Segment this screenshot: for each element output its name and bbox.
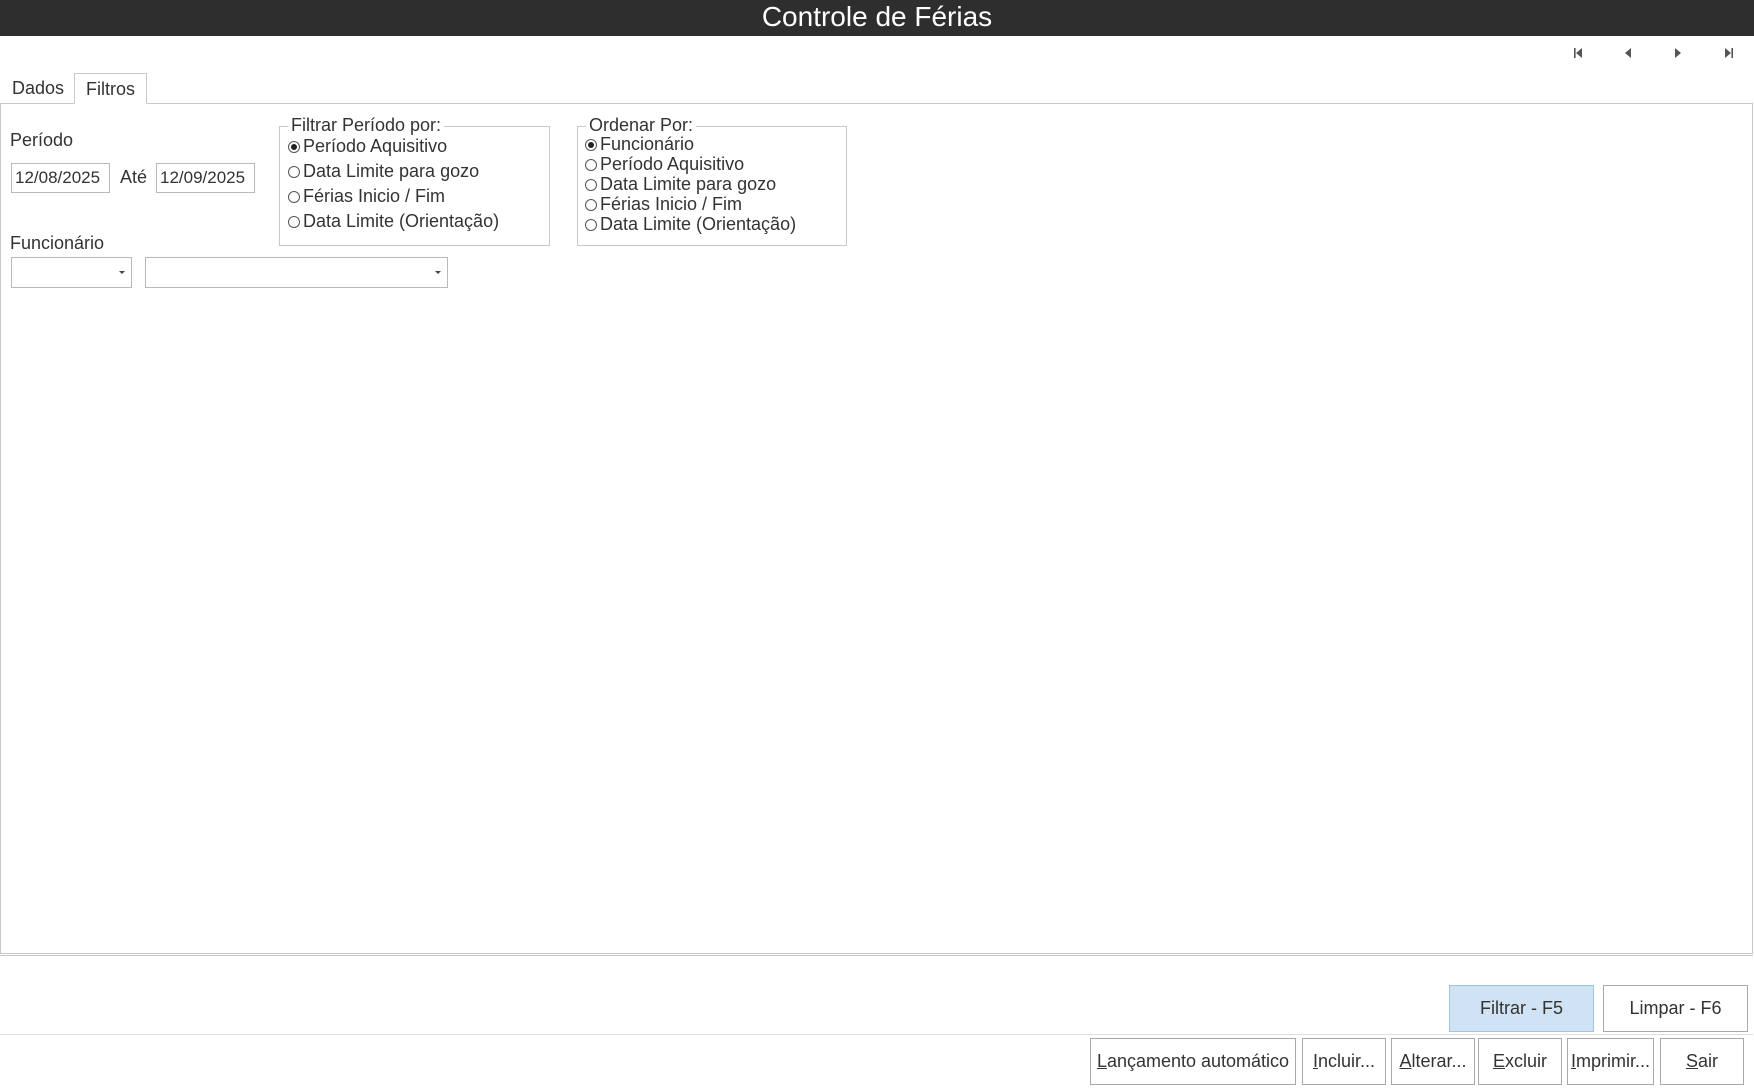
- chevron-down-icon: [435, 271, 441, 274]
- first-record-button[interactable]: [1565, 42, 1591, 64]
- radio-indicator: [585, 218, 597, 231]
- order-by-legend: Ordenar Por:: [586, 115, 697, 135]
- mnemonic: E: [1492, 1051, 1505, 1071]
- clear-button[interactable]: Limpar - F6: [1603, 985, 1748, 1032]
- employee-code-select[interactable]: [11, 257, 132, 288]
- include-button[interactable]: Incluir...: [1302, 1038, 1386, 1085]
- date-to-input[interactable]: 12/09/2025: [156, 163, 255, 193]
- filter-radio-periodo-aquisitivo[interactable]: Período Aquisitivo: [288, 136, 447, 157]
- order-radio-data-limite-orientacao[interactable]: Data Limite (Orientação): [585, 214, 796, 235]
- filter-radio-data-limite-gozo[interactable]: Data Limite para gozo: [288, 161, 479, 182]
- radio-indicator: [288, 215, 300, 228]
- next-record-icon: [1675, 48, 1681, 58]
- radio-label: Data Limite para gozo: [600, 174, 777, 194]
- radio-indicator: [585, 138, 597, 151]
- date-from-input[interactable]: 12/08/2025: [11, 163, 110, 193]
- radio-indicator: [288, 190, 300, 203]
- chevron-down-icon: [119, 271, 125, 274]
- radio-label: Férias Inicio / Fim: [600, 194, 743, 214]
- tab-dados[interactable]: Dados: [1, 73, 75, 104]
- filter-button[interactable]: Filtrar - F5: [1449, 985, 1594, 1032]
- print-button[interactable]: Imprimir...: [1567, 1038, 1654, 1085]
- auto-launch-button[interactable]: Lançamento automático: [1090, 1038, 1296, 1085]
- last-record-button[interactable]: [1716, 42, 1742, 64]
- employee-name-select[interactable]: [145, 257, 448, 288]
- filters-panel: Período 12/08/2025 Até 12/09/2025 Funcio…: [0, 103, 1753, 954]
- delete-button[interactable]: Excluir: [1478, 1038, 1562, 1085]
- radio-label: Período Aquisitivo: [600, 154, 745, 174]
- radio-label: Período Aquisitivo: [303, 136, 448, 156]
- exit-button[interactable]: Sair: [1660, 1038, 1744, 1085]
- edit-button[interactable]: Alterar...: [1391, 1038, 1475, 1085]
- button-label: air: [1698, 1051, 1719, 1071]
- radio-label: Data Limite (Orientação): [303, 211, 500, 231]
- window-title: Controle de Férias: [761, 1, 993, 32]
- period-label: Período: [10, 130, 74, 150]
- filter-radio-ferias-inicio-fim[interactable]: Férias Inicio / Fim: [288, 186, 445, 207]
- radio-label: Data Limite para gozo: [303, 161, 480, 181]
- previous-record-button[interactable]: [1615, 42, 1641, 64]
- order-radio-ferias-inicio-fim[interactable]: Férias Inicio / Fim: [585, 194, 742, 215]
- radio-indicator: [585, 158, 597, 171]
- button-label: lterar...: [1411, 1051, 1467, 1071]
- employee-label: Funcionário: [10, 233, 105, 253]
- filter-radio-data-limite-orientacao[interactable]: Data Limite (Orientação): [288, 211, 499, 232]
- button-label: xcluir: [1505, 1051, 1548, 1071]
- button-label: ncluir...: [1317, 1051, 1376, 1071]
- order-radio-funcionario[interactable]: Funcionário: [585, 134, 694, 155]
- button-label: ançamento automático: [1106, 1051, 1290, 1071]
- last-record-icon: [1725, 48, 1733, 58]
- previous-record-icon: [1625, 48, 1631, 58]
- until-label: Até: [120, 167, 148, 187]
- first-record-icon: [1574, 48, 1582, 58]
- radio-indicator: [585, 198, 597, 211]
- filter-period-legend: Filtrar Período por:: [288, 115, 445, 135]
- mnemonic: L: [1096, 1051, 1107, 1071]
- order-radio-periodo-aquisitivo[interactable]: Período Aquisitivo: [585, 154, 744, 175]
- radio-label: Férias Inicio / Fim: [303, 186, 446, 206]
- filter-buttons-bar: Filtrar - F5 Limpar - F6: [0, 955, 1753, 1035]
- window-title-bar: Controle de Férias: [0, 0, 1754, 36]
- mnemonic: S: [1685, 1051, 1698, 1071]
- radio-indicator: [288, 165, 300, 178]
- radio-indicator: [288, 140, 300, 153]
- order-radio-data-limite-gozo[interactable]: Data Limite para gozo: [585, 174, 776, 195]
- next-record-button[interactable]: [1665, 42, 1691, 64]
- tab-filtros[interactable]: Filtros: [74, 73, 147, 104]
- radio-indicator: [585, 178, 597, 191]
- button-label: mprimir...: [1576, 1051, 1650, 1071]
- radio-label: Funcionário: [600, 134, 695, 154]
- radio-label: Data Limite (Orientação): [600, 214, 797, 234]
- mnemonic: A: [1399, 1051, 1412, 1071]
